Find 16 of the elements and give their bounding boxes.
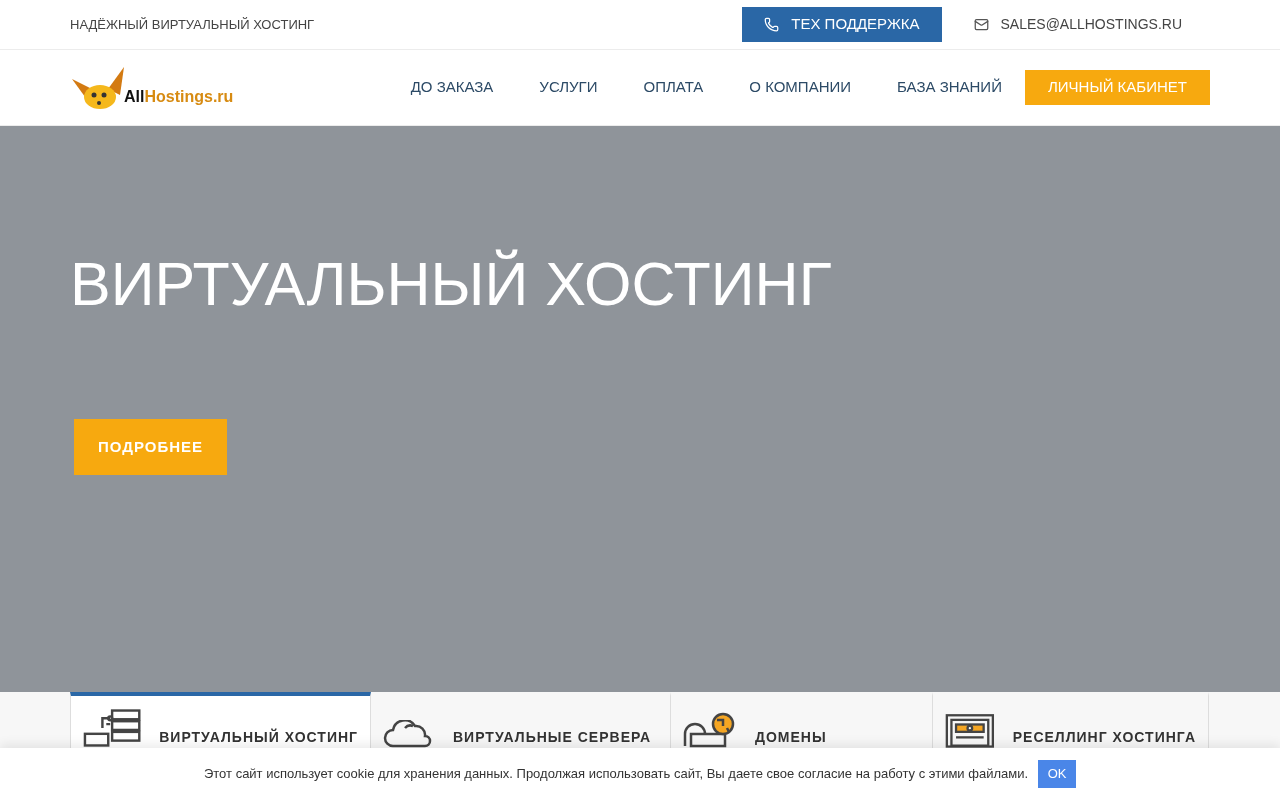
server-stack-icon <box>83 708 142 748</box>
nav-link[interactable]: О КОМПАНИИ <box>726 76 875 99</box>
email-link[interactable]: SALES@ALLHOSTINGS.RU <box>1000 14 1182 35</box>
nav-link[interactable]: УСЛУГИ <box>516 76 621 99</box>
hero-title: ВИРТУАЛЬНЫЙ ХОСТИНГ <box>70 248 832 320</box>
cookie-notice: Этот сайт использует cookie для хранения данных. Продолжая использовать сайт, Вы даете свое согласие на работу с этими файлами. <box>203 765 1029 784</box>
service-tab[interactable]: ВИРТУАЛЬНЫЙ ХОСТИНГ <box>70 692 371 750</box>
mail-icon <box>973 17 989 32</box>
phone-icon <box>764 17 780 32</box>
tagline: НАДЁЖНЫЙ ВИРТУАЛЬНЫЙ ХОСТИНГ <box>70 15 315 34</box>
nav-link[interactable]: ДО ЗАКАЗА <box>387 76 517 99</box>
nav-link[interactable]: ОПЛАТА <box>620 76 727 99</box>
support-button[interactable]: ТЕХ ПОДДЕРЖКА <box>742 7 942 42</box>
ok-button[interactable]: OK <box>1038 760 1077 788</box>
nav-link[interactable]: БАЗА ЗНАНИЙ <box>874 76 1025 99</box>
logo-text: AllHostings.ru <box>124 86 234 107</box>
